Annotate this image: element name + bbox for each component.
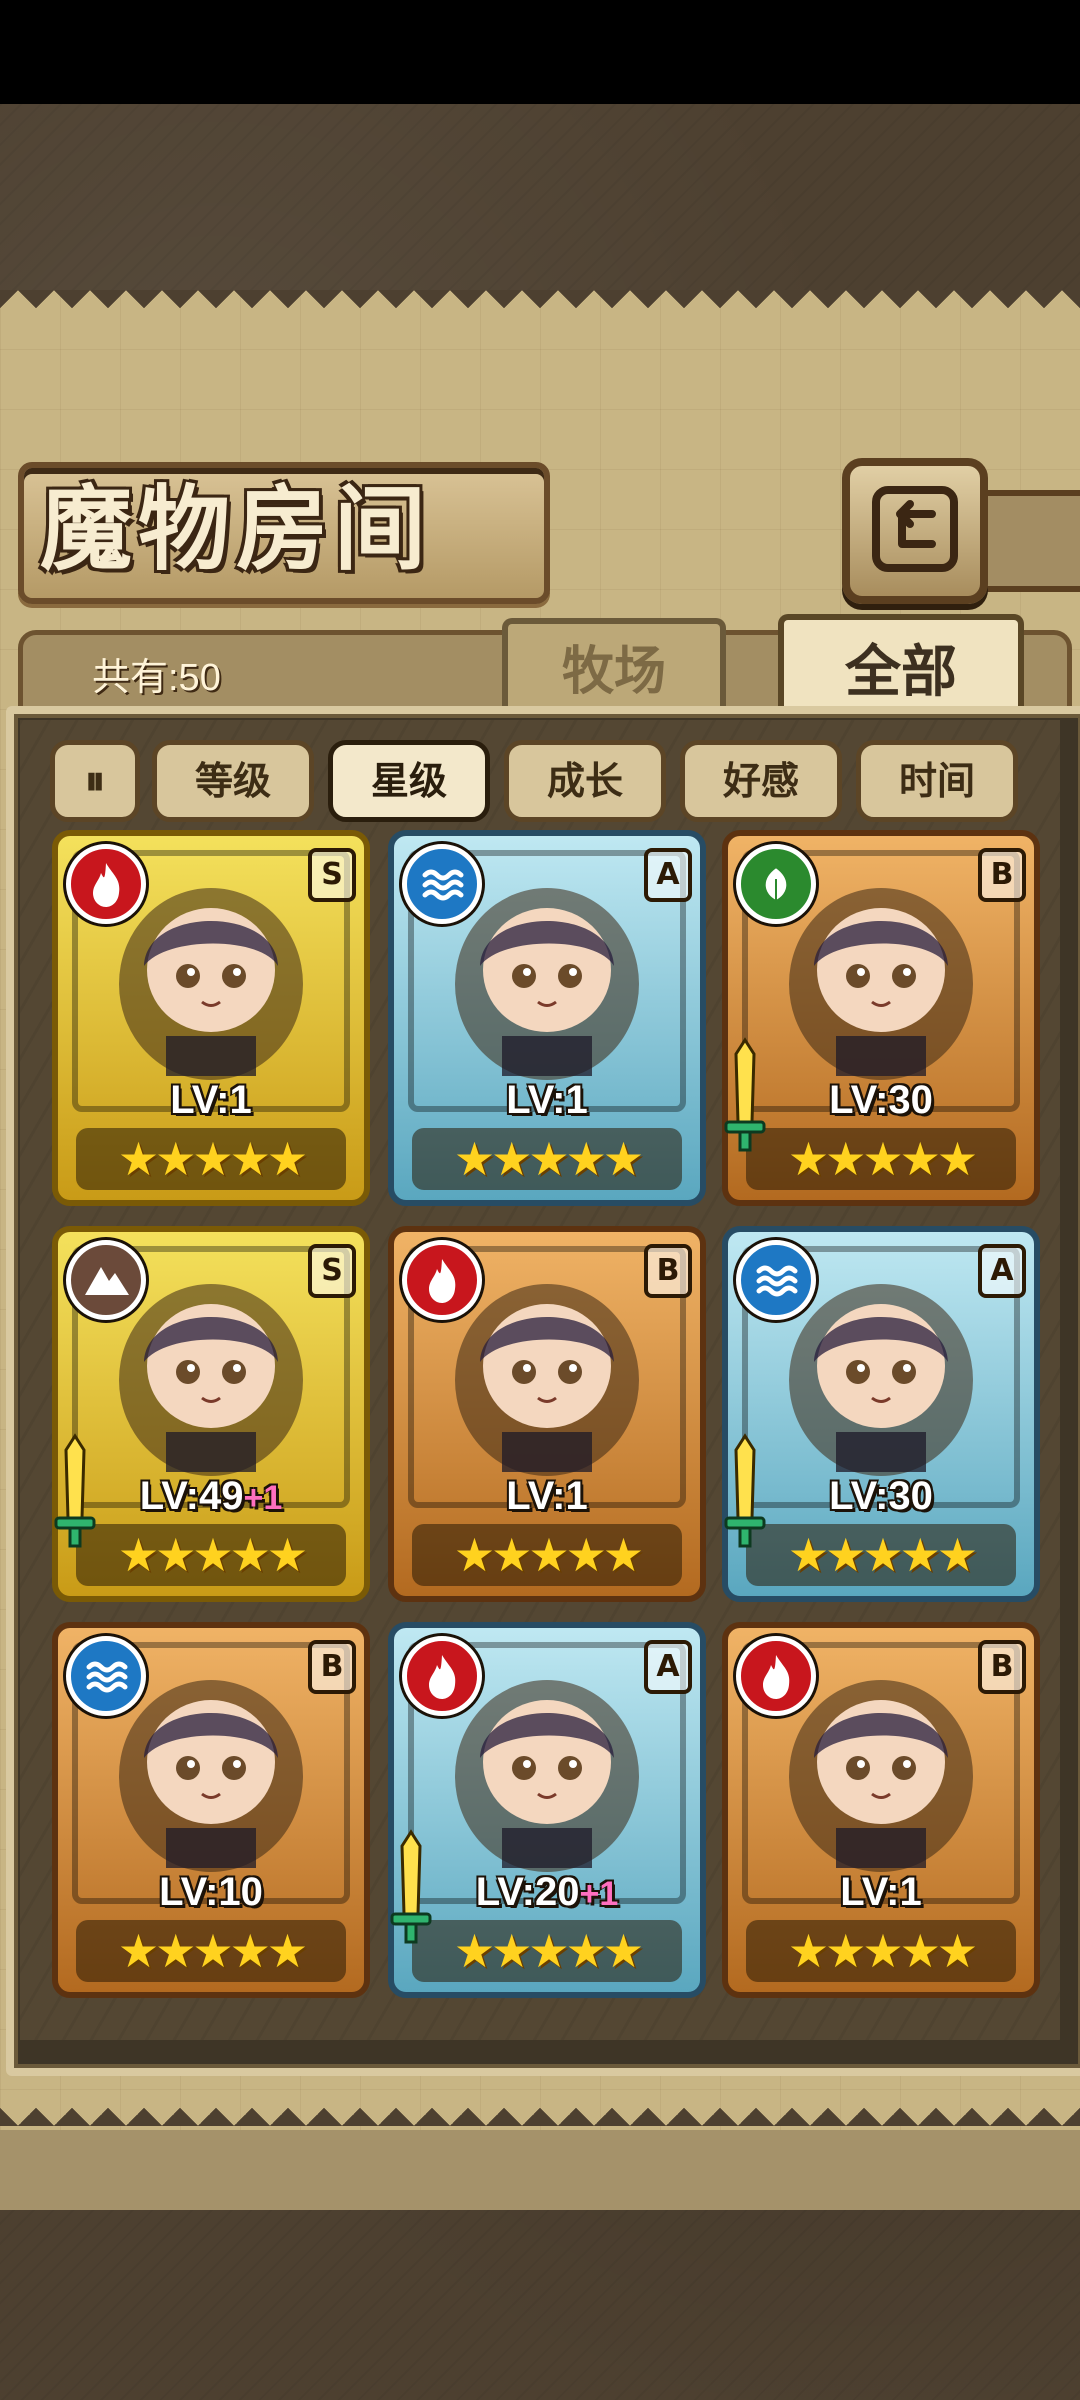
monster-card[interactable]: B LV:10 ★★★★★ [52,1622,370,1998]
element-fire-icon [66,844,146,924]
monster-card[interactable]: B LV:30 ★★★★★ [722,830,1040,1206]
element-nature-icon [736,844,816,924]
page-title: 魔物房间 [40,475,433,583]
element-fire-icon [736,1636,816,1716]
rank-badge: A [644,848,692,902]
rank-badge: A [644,1640,692,1694]
level-label: LV:30 [728,1078,1034,1123]
torn-edge-top [0,290,1080,326]
monster-count: 共有:50 [92,657,221,699]
level-bonus: +1 [243,1479,283,1517]
filter-star[interactable]: 星级 [328,740,490,822]
level-value: LV:1 [506,1474,588,1518]
monster-card[interactable]: A LV:1 ★★★★★ [388,830,706,1206]
monster-card[interactable]: S LV:1 ★★★★★ [52,830,370,1206]
star-rating: ★★★★★ [746,1920,1016,1982]
equipped-weapon-icon [54,1433,96,1548]
star-rating: ★★★★★ [412,1128,682,1190]
level-value: LV:1 [506,1078,588,1122]
rank-badge: B [308,1640,356,1694]
level-bonus: +1 [579,1875,619,1913]
equipped-weapon-icon [390,1829,432,1944]
level-label: LV:20+1 [394,1870,700,1915]
tab-ranch[interactable]: 牧场 [502,618,726,720]
level-label: LV:30 [728,1474,1034,1519]
star-rating: ★★★★★ [76,1524,346,1586]
rank-badge: A [978,1244,1026,1298]
level-value: LV:49 [139,1474,244,1518]
monster-card[interactable]: B LV:1 ★★★★★ [388,1226,706,1602]
sort-order-toggle[interactable]: ⏸ [50,740,140,822]
monster-card[interactable]: A LV:30 ★★★★★ [722,1226,1040,1602]
return-arrow-icon [872,486,958,572]
level-value: LV:30 [829,1078,933,1122]
level-label: LV:10 [58,1870,364,1915]
element-water-icon [66,1636,146,1716]
status-bar [0,0,1080,104]
star-rating: ★★★★★ [76,1128,346,1190]
equipped-weapon-icon [724,1037,766,1152]
level-label: LV:1 [58,1078,364,1123]
rank-badge: S [308,848,356,902]
back-button[interactable] [842,458,988,604]
filter-growth[interactable]: 成长 [504,740,666,822]
torn-edge-bottom [0,2090,1080,2126]
filter-time[interactable]: 时间 [856,740,1018,822]
level-value: LV:1 [840,1870,922,1914]
star-rating: ★★★★★ [412,1920,682,1982]
star-rating: ★★★★★ [76,1920,346,1982]
monster-card[interactable]: S LV:49+1 ★★★★★ [52,1226,370,1602]
level-label: LV:1 [394,1078,700,1123]
monster-card[interactable]: A LV:20+1 ★★★★★ [388,1622,706,1998]
level-label: LV:1 [728,1870,1034,1915]
level-value: LV:20 [475,1870,580,1914]
element-water-icon [402,844,482,924]
element-fire-icon [402,1240,482,1320]
equipped-weapon-icon [724,1433,766,1548]
star-rating: ★★★★★ [746,1128,1016,1190]
filter-affection[interactable]: 好感 [680,740,842,822]
rank-badge: B [978,1640,1026,1694]
filter-level[interactable]: 等级 [152,740,314,822]
level-value: LV:10 [159,1870,263,1914]
rank-badge: S [308,1244,356,1298]
parchment-lower [0,2130,1080,2210]
star-rating: ★★★★★ [746,1524,1016,1586]
monster-card[interactable]: B LV:1 ★★★★★ [722,1622,1040,1998]
element-water-icon [736,1240,816,1320]
star-rating: ★★★★★ [412,1524,682,1586]
rank-badge: B [978,848,1026,902]
element-earth-icon [66,1240,146,1320]
level-label: LV:49+1 [58,1474,364,1519]
level-label: LV:1 [394,1474,700,1519]
level-value: LV:1 [170,1078,252,1122]
rank-badge: B [644,1244,692,1298]
element-fire-icon [402,1636,482,1716]
level-value: LV:30 [829,1474,933,1518]
